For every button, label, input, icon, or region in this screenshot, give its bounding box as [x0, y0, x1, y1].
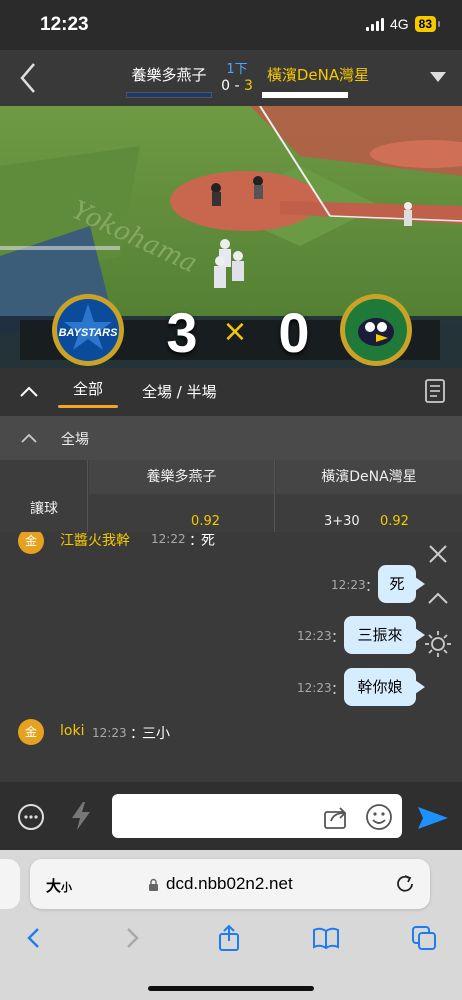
back-icon[interactable]	[14, 60, 44, 96]
lock-icon	[149, 878, 158, 891]
tabs-icon[interactable]	[410, 924, 438, 952]
collapse-icon[interactable]	[18, 382, 40, 400]
swallows-logo-icon	[340, 294, 412, 366]
odds-home-value: 0.92	[191, 514, 220, 529]
message-separator: ：	[331, 630, 345, 646]
video-scoreboard: BAYSTARS 3 × 0	[34, 290, 430, 368]
message-text: 死	[201, 533, 215, 549]
avatar: 金	[18, 532, 44, 554]
lightning-icon[interactable]	[68, 800, 94, 832]
header-score: 0 - 3	[215, 78, 259, 94]
message-time: 12:23	[297, 629, 332, 643]
my-message-bubble: 三振來	[344, 616, 425, 654]
network-label: 4G	[389, 16, 409, 32]
match-header: 養樂多燕子 1下 0 - 3 橫濱DeNA灣星	[0, 50, 462, 106]
avatar: 金	[18, 719, 44, 745]
share-icon[interactable]	[322, 804, 350, 830]
chat-area[interactable]: 金 江醬火我幹 12:22 ： 死 12:23 ： 死 12:23 ： 三振來 …	[0, 532, 462, 782]
header-score-separator: -	[234, 78, 240, 94]
away-team-name: 橫濱DeNA灣星	[266, 66, 370, 84]
status-time: 12:23	[40, 14, 89, 35]
status-bar: 12:23 4G 83	[0, 0, 462, 50]
odds-section-header[interactable]: 全場	[0, 416, 462, 460]
chat-bubble-icon[interactable]	[16, 802, 46, 832]
odds-section-title: 全場	[61, 432, 89, 448]
battery-icon: 83	[414, 16, 441, 32]
odds-row-label: 讓球	[30, 501, 58, 517]
dropdown-icon[interactable]	[430, 72, 446, 82]
tab-active-indicator	[58, 405, 118, 408]
live-video[interactable]: Yokohama BAYSTARS 3 × 0	[0, 106, 462, 368]
message-separator: ：	[331, 682, 345, 698]
svg-text:BAYSTARS: BAYSTARS	[59, 327, 119, 339]
message-author: 江醬火我幹	[60, 533, 130, 549]
message-author: loki	[60, 723, 85, 739]
message-time: 12:23	[297, 681, 332, 695]
text-size-small: 小	[61, 881, 73, 894]
my-message-bubble: 死	[378, 565, 425, 603]
message-text: 三小	[142, 726, 170, 742]
tab-bar: 全部 全場 / 半場	[0, 368, 462, 416]
emoji-icon[interactable]	[364, 802, 394, 832]
previous-tab-peek[interactable]	[0, 859, 20, 909]
chevron-up-icon[interactable]	[426, 590, 450, 606]
message-separator: ：	[365, 579, 379, 595]
browser-toolbar: 大小 dcd.nbb02n2.net	[0, 850, 462, 1000]
scoreboard-separator: ×	[222, 314, 248, 349]
my-message-bubble: 幹你娘	[344, 668, 425, 706]
home-team-name: 養樂多燕子	[131, 66, 207, 84]
message-input[interactable]	[112, 794, 402, 838]
baystars-logo-icon: BAYSTARS	[52, 294, 124, 366]
odds-header-home: 養樂多燕子	[89, 460, 275, 494]
header-score-home: 0	[221, 78, 231, 94]
tab-all[interactable]: 全部	[60, 378, 116, 399]
message-time: 12:23	[331, 578, 366, 592]
message-time: 12:23	[92, 726, 127, 740]
odds-header-away: 橫濱DeNA灣星	[276, 460, 462, 494]
scoreboard-left-score: 3	[166, 301, 198, 364]
status-indicators: 4G 83	[365, 16, 441, 32]
odds-table: 讓球 養樂多燕子 橫濱DeNA灣星 0.92 3+30 0.92	[0, 460, 462, 532]
address-bar[interactable]: 大小 dcd.nbb02n2.net	[30, 859, 430, 909]
odds-away-value: 0.92	[380, 514, 409, 529]
tab-full-half[interactable]: 全場 / 半場	[142, 381, 217, 402]
chevron-up-icon	[21, 433, 37, 443]
bookmarks-icon[interactable]	[312, 924, 340, 952]
odds-cell-home[interactable]: 0.92	[89, 494, 275, 532]
text-size-large: 大	[46, 877, 62, 895]
signal-icon	[365, 17, 384, 31]
share-nav-icon[interactable]	[215, 924, 243, 952]
forward-nav-icon[interactable]	[118, 924, 146, 952]
brightness-icon[interactable]	[424, 630, 452, 658]
away-team-bar	[262, 92, 348, 98]
odds-away-line: 3+30	[324, 514, 360, 529]
document-icon[interactable]	[424, 378, 446, 404]
text-size-button[interactable]: 大小	[46, 875, 72, 896]
message-time: 12:22	[151, 532, 186, 546]
reload-icon[interactable]	[394, 873, 416, 895]
close-icon[interactable]	[426, 542, 450, 566]
back-nav-icon[interactable]	[20, 924, 48, 952]
odds-cell-away[interactable]: 3+30 0.92	[276, 494, 462, 532]
header-score-away: 3	[243, 78, 253, 94]
url-text: dcd.nbb02n2.net	[166, 874, 293, 893]
home-indicator	[148, 986, 314, 991]
scoreboard-right-score: 0	[278, 301, 310, 364]
home-team-bar	[126, 92, 212, 98]
odds-row-label-cell: 讓球	[0, 460, 88, 532]
inning-label: 1下	[226, 62, 248, 77]
chat-input-bar	[0, 782, 462, 850]
send-icon[interactable]	[416, 804, 450, 832]
